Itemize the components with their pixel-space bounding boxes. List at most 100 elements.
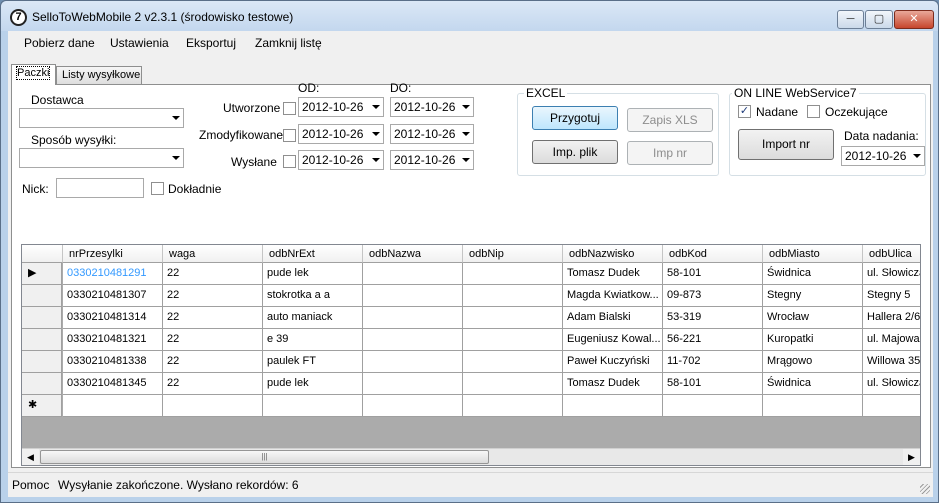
table-cell-odbkod[interactable]: 11-702 [663,351,763,373]
table-cell-odbnazwa[interactable] [363,351,463,373]
table-cell-odbnazwisko[interactable]: Paweł Kuczyński [563,351,663,373]
row-header[interactable] [22,329,62,351]
tab-listy-wysylkowe[interactable]: Listy wysyłkowe [56,66,142,84]
table-cell-odbnrext[interactable]: e 39 [263,329,363,351]
new-row-cell[interactable] [363,395,463,417]
new-row-cell[interactable] [63,395,163,417]
column-header-odbnazwisko[interactable]: odbNazwisko [563,245,663,263]
table-cell-odbnrext[interactable]: paulek FT [263,351,363,373]
scroll-thumb[interactable]: ||| [40,450,489,464]
table-cell-odbnazwa[interactable] [363,373,463,395]
sposob-wysylki-select[interactable] [19,148,184,168]
row-header[interactable] [22,373,62,395]
tab-paczki[interactable]: Paczki [11,64,56,85]
column-header-odbnip[interactable]: odbNip [463,245,563,263]
table-cell-odbnazwa[interactable] [363,307,463,329]
table-cell-odbnip[interactable] [463,351,563,373]
table-cell-odbulica[interactable]: ul. Słowicza [863,373,920,395]
table-cell-odbkod[interactable]: 53-319 [663,307,763,329]
menu-pobierz-dane[interactable]: Pobierz dane [24,36,95,50]
new-row-cell[interactable] [163,395,263,417]
parcels-grid[interactable]: nrPrzesylki waga odbNrExt odbNazwa odbNip odb… [21,244,921,466]
minimize-button[interactable]: ─ [837,10,864,29]
utworzone-od-date[interactable]: 2012-10-26 [298,97,384,117]
table-cell-waga[interactable]: 22 [163,263,263,285]
new-row-cell[interactable] [563,395,663,417]
table-cell-odbnip[interactable] [463,307,563,329]
new-row-cell[interactable] [663,395,763,417]
table-cell-nrprzesylki[interactable]: 0330210481307 [63,285,163,307]
table-cell-odbulica[interactable]: Hallera 2/6 [863,307,920,329]
przygotuj-button[interactable]: Przygotuj [532,106,618,130]
table-cell-nrprzesylki[interactable]: 0330210481345 [63,373,163,395]
table-cell-odbnazwa[interactable] [363,285,463,307]
table-cell-odbmiasto[interactable]: Wrocław [763,307,863,329]
zmodyfikowane-do-date[interactable]: 2012-10-26 [390,124,474,144]
table-cell-odbmiasto[interactable]: Świdnica [763,373,863,395]
table-cell-waga[interactable]: 22 [163,351,263,373]
table-cell-odbnrext[interactable]: pude lek [263,373,363,395]
row-header[interactable]: ▶ [22,263,62,285]
column-header-odbkod[interactable]: odbKod [663,245,763,263]
table-cell-odbmiasto[interactable]: Kuropatki [763,329,863,351]
import-nr-button[interactable]: Import nr [738,129,834,160]
table-cell-odbnrext[interactable]: auto maniack [263,307,363,329]
zmodyfikowane-checkbox[interactable] [283,129,296,142]
new-row-cell[interactable] [263,395,363,417]
column-header-waga[interactable]: waga [163,245,263,263]
table-cell-odbnrext[interactable]: pude lek [263,263,363,285]
table-cell-odbnazwa[interactable] [363,263,463,285]
table-cell-odbmiasto[interactable]: Mrągowo [763,351,863,373]
table-cell-odbulica[interactable]: Willowa 35 [863,351,920,373]
table-cell-odbulica[interactable]: ul. Słowicza [863,263,920,285]
nick-input[interactable] [56,178,144,198]
data-nadania-date[interactable]: 2012-10-26 [841,146,925,166]
nadane-checkbox[interactable]: ✓ [738,105,751,118]
menu-zamknij-liste[interactable]: Zamknij listę [255,36,322,50]
column-header-nrprzesylki[interactable]: nrPrzesylki [63,245,163,263]
table-cell-odbnazwisko[interactable]: Eugeniusz Kowal... [563,329,663,351]
table-cell-waga[interactable]: 22 [163,307,263,329]
table-cell-nrprzesylki[interactable]: 0330210481314 [63,307,163,329]
table-cell-waga[interactable]: 22 [163,373,263,395]
table-cell-odbkod[interactable]: 56-221 [663,329,763,351]
table-cell-nrprzesylki[interactable]: 0330210481291 [63,263,163,285]
menu-eksportuj[interactable]: Eksportuj [186,36,236,50]
zmodyfikowane-od-date[interactable]: 2012-10-26 [298,124,384,144]
table-cell-odbkod[interactable]: 58-101 [663,373,763,395]
table-cell-odbnip[interactable] [463,263,563,285]
wyslane-checkbox[interactable] [283,155,296,168]
table-cell-odbnrext[interactable]: stokrotka a a [263,285,363,307]
wyslane-do-date[interactable]: 2012-10-26 [390,150,474,170]
table-cell-odbnip[interactable] [463,373,563,395]
table-cell-nrprzesylki[interactable]: 0330210481338 [63,351,163,373]
resize-grip-icon[interactable] [920,484,930,494]
table-cell-nrprzesylki[interactable]: 0330210481321 [63,329,163,351]
dokladnie-checkbox[interactable] [151,182,164,195]
maximize-button[interactable]: ▢ [865,10,893,29]
horizontal-scrollbar[interactable]: ◀ ||| ▶ [22,448,920,465]
table-cell-odbnazwisko[interactable]: Adam Bialski [563,307,663,329]
dostawca-select[interactable] [19,108,184,128]
table-cell-odbnazwisko[interactable]: Tomasz Dudek [563,263,663,285]
imp-nr-button[interactable]: Imp nr [627,141,713,165]
table-cell-odbnazwisko[interactable]: Tomasz Dudek [563,373,663,395]
row-header[interactable] [22,307,62,329]
table-cell-odbnip[interactable] [463,285,563,307]
table-cell-waga[interactable]: 22 [163,285,263,307]
scroll-right-icon[interactable]: ▶ [903,449,920,465]
close-button[interactable]: ✕ [894,10,934,29]
table-cell-odbnazwisko[interactable]: Magda Kwiatkow... [563,285,663,307]
new-row-cell[interactable] [763,395,863,417]
row-header[interactable] [22,351,62,373]
table-cell-odbulica[interactable]: ul. Majowa [863,329,920,351]
utworzone-do-date[interactable]: 2012-10-26 [390,97,474,117]
menu-ustawienia[interactable]: Ustawienia [110,36,169,50]
zapis-xls-button[interactable]: Zapis XLS [627,108,713,132]
column-header-odbulica[interactable]: odbUlica [863,245,920,263]
row-header[interactable] [22,285,62,307]
column-header-odbnazwa[interactable]: odbNazwa [363,245,463,263]
column-header-odbmiasto[interactable]: odbMiasto [763,245,863,263]
column-header-odbnrext[interactable]: odbNrExt [263,245,363,263]
wyslane-od-date[interactable]: 2012-10-26 [298,150,384,170]
